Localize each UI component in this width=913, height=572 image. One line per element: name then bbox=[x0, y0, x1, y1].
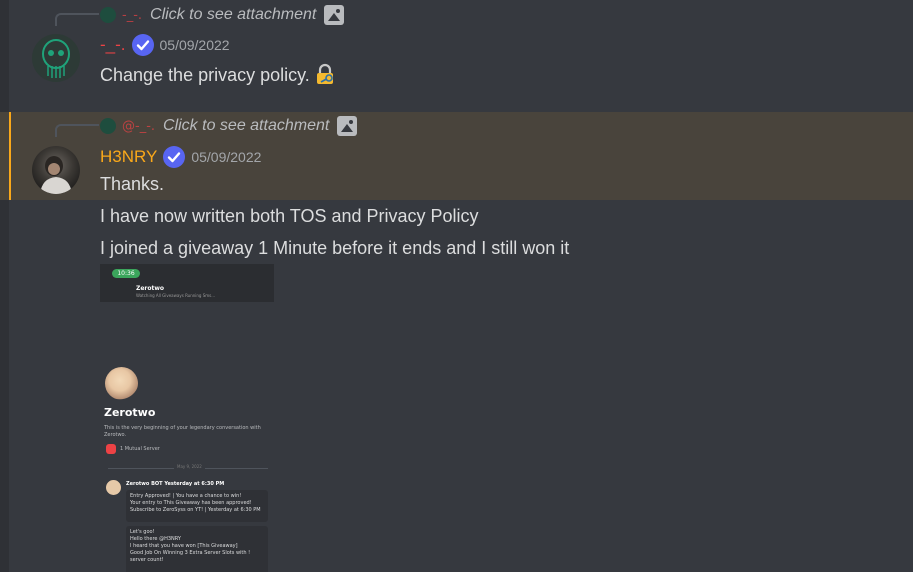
message-content: I have now written both TOS and Privacy … bbox=[100, 206, 479, 226]
image-attachment[interactable]: 10:36 Zerotwo Watching All Giveaways Run… bbox=[100, 264, 274, 572]
user-photo-icon bbox=[40, 156, 72, 194]
embed-line: Good Job On Winning 3 Extra Server Slots… bbox=[130, 550, 251, 556]
attachment-profile-name: Zerotwo bbox=[104, 406, 156, 419]
status-time: 10:36 bbox=[112, 269, 140, 278]
lock-key-icon bbox=[316, 63, 333, 84]
message-content: Thanks. bbox=[100, 174, 165, 194]
message-header: H3NRY 05/09/2022 bbox=[100, 146, 261, 168]
timestamp[interactable]: 05/09/2022 bbox=[160, 37, 230, 53]
reply-text[interactable]: Click to see attachment bbox=[150, 6, 316, 24]
image-icon bbox=[324, 5, 345, 25]
verified-badge-icon bbox=[163, 146, 186, 168]
embed-line: Let's goo! bbox=[130, 529, 155, 535]
image-icon bbox=[337, 116, 358, 136]
attachment-date-divider: May 9, 2022 bbox=[108, 464, 268, 469]
message-1[interactable]: -_-. Click to see attachment -_-. 05/09/… bbox=[0, 0, 913, 112]
attachment-bot-name: Zerotwo BOT Yesterday at 6:30 PM bbox=[126, 481, 225, 487]
username[interactable]: H3NRY bbox=[100, 147, 157, 167]
attachment-channel-sub: Watching All Giveaways Running Sms... bbox=[136, 293, 216, 298]
server-icon bbox=[106, 444, 116, 454]
attachment-embed-2: Let's goo! Hello there @H3NRY I heard th… bbox=[126, 526, 268, 572]
attachment-embed-1: Entry Approved! | You have a chance to w… bbox=[126, 490, 268, 522]
embed-line: Your entry to This Giveaway has been app… bbox=[130, 500, 252, 506]
timestamp[interactable]: 05/09/2022 bbox=[191, 149, 261, 165]
attachment-profile-desc: This is the very beginning of your legen… bbox=[104, 425, 261, 438]
embed-line: I heard that you have won [This Giveaway… bbox=[130, 543, 238, 549]
embed-line: Hello there @H3NRY bbox=[130, 536, 181, 542]
message-header: -_-. 05/09/2022 bbox=[100, 34, 230, 56]
embed-line: server count! bbox=[130, 557, 164, 563]
message-content: Change the privacy policy. bbox=[100, 65, 310, 85]
message-content: I joined a giveaway 1 Minute before it e… bbox=[100, 238, 570, 258]
attachment-profile-avatar bbox=[105, 367, 138, 400]
attachment-channel-name: Zerotwo bbox=[136, 285, 165, 292]
embed-line: Entry Approved! | You have a chance to w… bbox=[130, 493, 242, 499]
verified-badge-icon bbox=[131, 34, 154, 56]
attachment-date-text: May 9, 2022 bbox=[174, 464, 205, 469]
username[interactable]: -_-. bbox=[100, 35, 126, 55]
skull-avatar-icon bbox=[32, 34, 80, 82]
message-2[interactable]: @-_-. Click to see attachment H3NRY 05/0… bbox=[0, 112, 913, 200]
reply-spine bbox=[55, 124, 99, 137]
reply-preview[interactable]: -_-. Click to see attachment bbox=[100, 4, 345, 26]
attachment-header: 10:36 Zerotwo Watching All Giveaways Run… bbox=[100, 264, 274, 302]
avatar[interactable] bbox=[32, 34, 80, 82]
attachment-mutual-text: 1 Mutual Server bbox=[120, 446, 160, 452]
reply-author[interactable]: @-_-. bbox=[122, 119, 155, 134]
avatar[interactable] bbox=[32, 146, 80, 194]
reply-avatar bbox=[100, 118, 116, 134]
attachment-bot-avatar bbox=[106, 480, 121, 495]
reply-text[interactable]: Click to see attachment bbox=[163, 117, 329, 135]
attachment-mutual: 1 Mutual Server bbox=[106, 444, 160, 454]
embed-line: Subscribe to ZeroSyss on YT! | Yesterday… bbox=[130, 507, 261, 513]
reply-preview[interactable]: @-_-. Click to see attachment bbox=[100, 115, 358, 137]
reply-spine bbox=[55, 13, 99, 26]
reply-avatar bbox=[100, 7, 116, 23]
reply-author[interactable]: -_-. bbox=[122, 8, 142, 23]
message-text: Change the privacy policy. bbox=[100, 63, 336, 86]
